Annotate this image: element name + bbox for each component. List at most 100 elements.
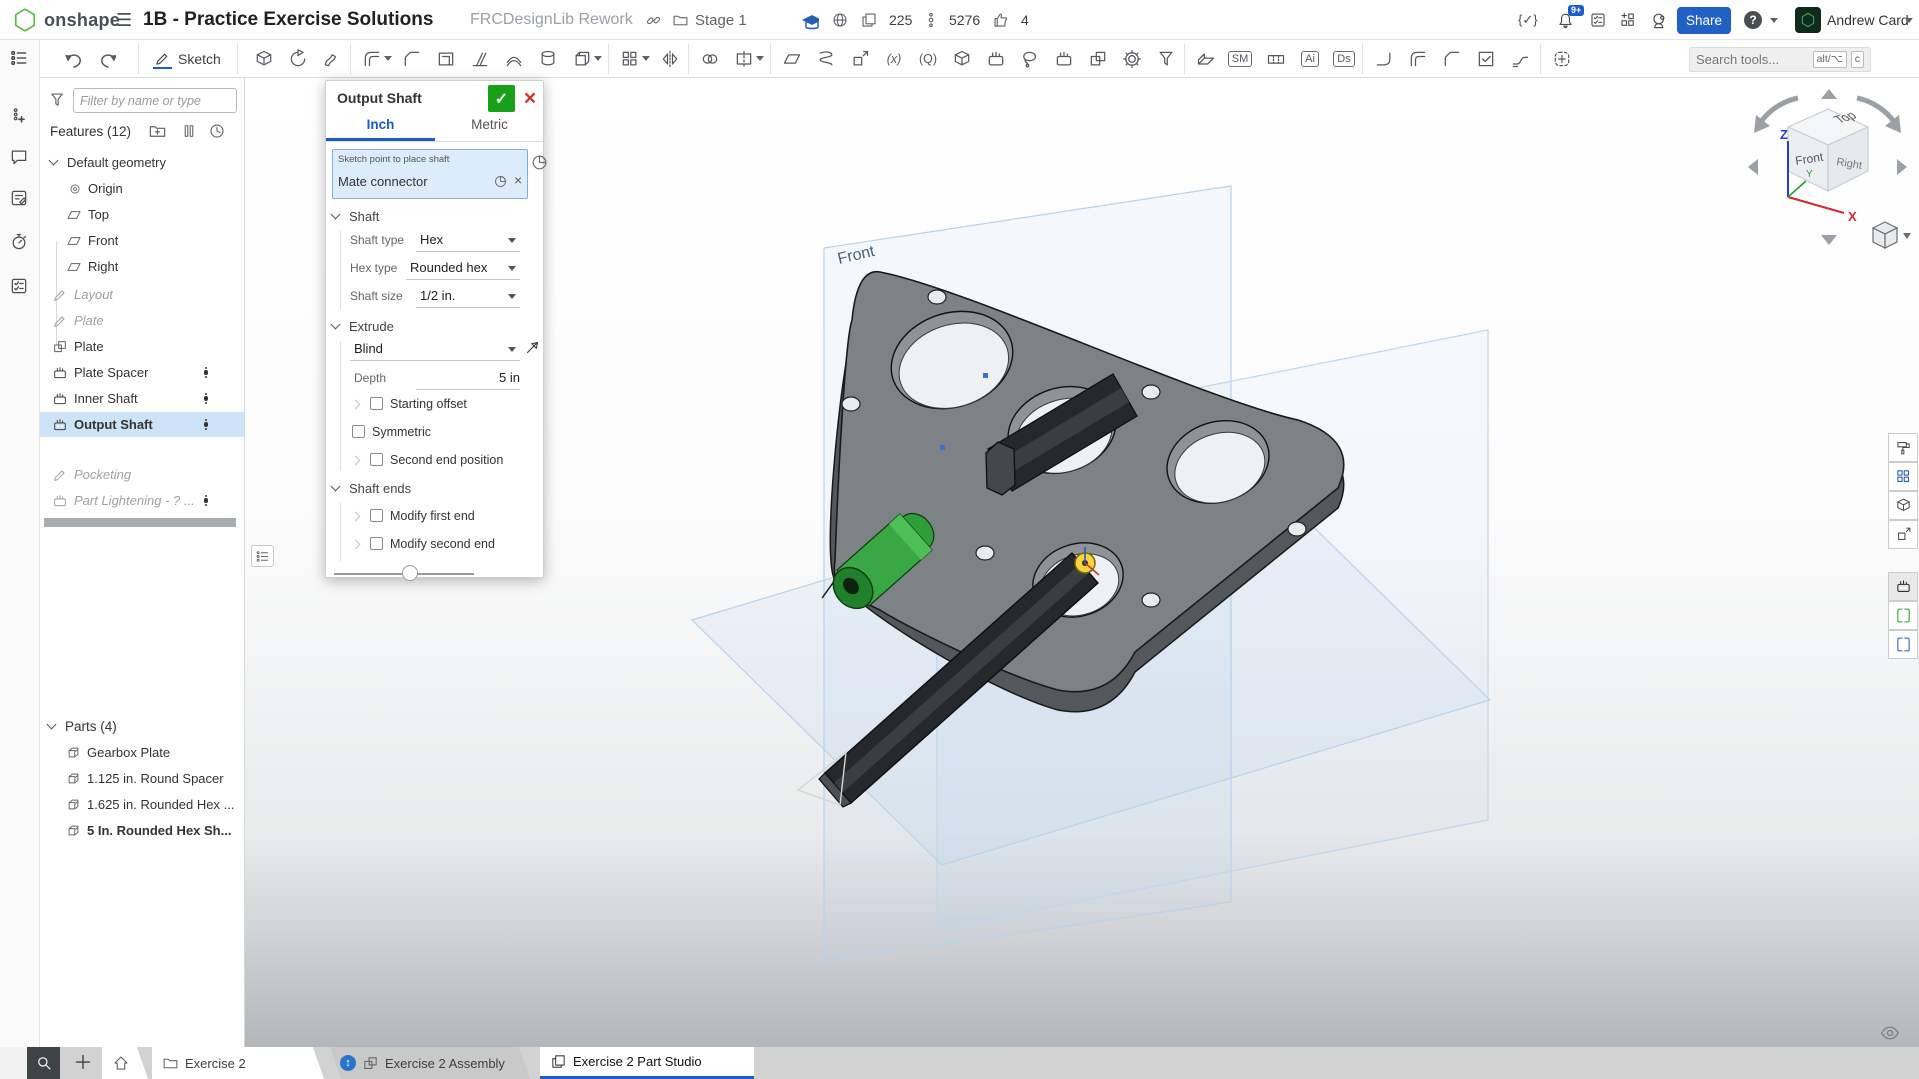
tasks-icon[interactable]: [1589, 0, 1607, 40]
flange-icon[interactable]: [1370, 45, 1398, 73]
mirror-icon[interactable]: [656, 45, 684, 73]
tab-exercise-2[interactable]: Exercise 2: [152, 1047, 324, 1079]
variable-icon[interactable]: (x): [880, 45, 908, 73]
fillet-icon[interactable]: [358, 45, 386, 73]
split-icon[interactable]: [730, 45, 758, 73]
chevron-down-icon[interactable]: [47, 720, 57, 730]
sweep-icon[interactable]: [318, 45, 346, 73]
custom-feature-robot2-icon[interactable]: [1050, 45, 1078, 73]
search-tools-field[interactable]: Search tools... alt/⌥ c: [1689, 47, 1871, 72]
toolbox-robot-panel-icon[interactable]: [1888, 572, 1918, 601]
home-tab[interactable]: [102, 1047, 148, 1079]
comments-panel-icon[interactable]: [9, 147, 31, 169]
tab-inch[interactable]: Inch: [326, 117, 435, 132]
document-subtitle[interactable]: FRCDesignLib Rework: [470, 0, 633, 40]
feature-item-inner-shaft[interactable]: Inner Shaft: [40, 386, 244, 411]
chamfer-icon[interactable]: [398, 45, 426, 73]
starting-offset-expander-icon[interactable]: [351, 400, 361, 410]
feature-item-output-shaft-selected[interactable]: Output Shaft: [40, 412, 244, 437]
feature-list-panel-icon[interactable]: [9, 48, 31, 70]
flat-pattern-icon[interactable]: [1262, 45, 1290, 73]
symmetric-checkbox[interactable]: [352, 425, 365, 438]
tab-exercise-2-assembly[interactable]: ↕ Exercise 2 Assembly: [330, 1047, 530, 1079]
part-item-round-spacer[interactable]: 1.125 in. Round Spacer: [40, 766, 244, 791]
variable-studio-icon[interactable]: (Q): [914, 45, 942, 73]
like-icon[interactable]: [992, 0, 1010, 40]
rotate-ccw-arrow-icon[interactable]: [1760, 98, 1798, 123]
hex-type-caret-icon[interactable]: [508, 266, 516, 271]
shaft-type-caret-icon[interactable]: [508, 238, 516, 243]
feature-menu-dots-icon[interactable]: [204, 393, 209, 405]
chevron-down-icon[interactable]: [331, 320, 341, 330]
hole-icon[interactable]: [534, 45, 562, 73]
depth-value[interactable]: 5 in: [476, 370, 520, 385]
create-folder-icon[interactable]: [148, 122, 167, 144]
history-clock-icon[interactable]: [208, 122, 226, 143]
onshape-logo-icon[interactable]: [12, 0, 38, 40]
routing-icon[interactable]: [1506, 45, 1534, 73]
rotate-cw-arrow-icon[interactable]: [1857, 98, 1895, 123]
bend-icon[interactable]: [1404, 45, 1432, 73]
helix-icon[interactable]: [812, 45, 840, 73]
modify-second-end-checkbox[interactable]: [370, 537, 383, 550]
feature-item-plate-extrude[interactable]: Plate: [40, 334, 244, 359]
parts-section-header[interactable]: Parts (4): [40, 714, 244, 739]
versions-icon[interactable]: [922, 0, 940, 40]
document-title[interactable]: 1B - Practice Exercise Solutions: [143, 0, 433, 40]
feature-item-default-geometry[interactable]: Default geometry: [40, 150, 244, 175]
funnel-icon[interactable]: [1152, 45, 1180, 73]
shaft-type-value[interactable]: Hex: [420, 232, 443, 247]
design-studio-icon[interactable]: Ds: [1330, 45, 1358, 73]
extrude-section-header[interactable]: Extrude: [332, 319, 394, 334]
spline-lasso-icon[interactable]: [1016, 45, 1044, 73]
plane-icon[interactable]: [778, 45, 806, 73]
shell-icon[interactable]: [432, 45, 460, 73]
feature-menu-dots-icon[interactable]: [204, 495, 209, 507]
shaft-size-caret-icon[interactable]: [508, 294, 516, 299]
transform-icon[interactable]: [846, 45, 874, 73]
revolve-icon[interactable]: [284, 45, 312, 73]
cancel-button[interactable]: ×: [518, 85, 542, 112]
feature-list-flyout-icon[interactable]: [251, 545, 274, 567]
user-name[interactable]: Andrew Card: [1827, 0, 1909, 40]
insert-panel-icon[interactable]: [9, 106, 31, 128]
rotate-left-arrow-icon[interactable]: [1748, 159, 1758, 175]
history-panel-icon[interactable]: [9, 232, 31, 254]
view-menu-cube-icon[interactable]: [1873, 222, 1897, 248]
chevron-down-icon[interactable]: [331, 210, 341, 220]
second-end-checkbox[interactable]: [370, 453, 383, 466]
fillet-caret-icon[interactable]: [384, 56, 392, 61]
view-cube[interactable]: Top Front Right Z X Y: [1740, 85, 1915, 260]
hex-type-value[interactable]: Rounded hex: [410, 260, 487, 275]
extrude-icon[interactable]: [250, 45, 278, 73]
shaft-ends-section-header[interactable]: Shaft ends: [332, 481, 411, 496]
avatar[interactable]: [1795, 7, 1821, 33]
thicken-caret-icon[interactable]: [594, 56, 602, 61]
share-button[interactable]: Share: [1677, 7, 1731, 34]
appearance-panel-icon[interactable]: [1888, 433, 1918, 462]
configuration-table-icon[interactable]: [1888, 462, 1918, 491]
visibility-eye-icon[interactable]: [1880, 1023, 1900, 1046]
learning-center-icon[interactable]: [1650, 0, 1669, 40]
feature-script-icon[interactable]: {✓}: [1518, 0, 1538, 40]
part-item-rounded-hex-shaft[interactable]: 5 In. Rounded Hex Sh...: [40, 818, 244, 843]
feature-item-top-plane[interactable]: Top: [40, 202, 244, 227]
split-caret-icon[interactable]: [756, 56, 764, 61]
feature-item-pocketing[interactable]: Pocketing: [40, 462, 244, 487]
modify-first-end-checkbox[interactable]: [370, 509, 383, 522]
tilt-up-arrow-icon[interactable]: [1821, 89, 1837, 99]
feature-item-plate-sketch[interactable]: Plate: [40, 308, 244, 333]
flip-direction-arrow-icon[interactable]: [524, 339, 541, 359]
dialog-resize-slider-knob[interactable]: [402, 565, 418, 581]
custom-feature-robot-icon[interactable]: [982, 45, 1010, 73]
modify-first-end-expander-icon[interactable]: [351, 512, 361, 522]
view-menu-caret-icon[interactable]: [1903, 233, 1911, 239]
configuration-variables-icon[interactable]: [1888, 520, 1918, 549]
feature-item-part-lightening[interactable]: Part Lightening - ? ...: [40, 488, 244, 513]
add-tab-icon[interactable]: [72, 1051, 94, 1076]
modify-second-end-expander-icon[interactable]: [351, 540, 361, 550]
view-cube-faces[interactable]: [1788, 109, 1868, 191]
filter-icon[interactable]: [48, 91, 66, 112]
confirm-button[interactable]: ✓: [488, 85, 515, 112]
pattern-caret-icon[interactable]: [642, 56, 650, 61]
